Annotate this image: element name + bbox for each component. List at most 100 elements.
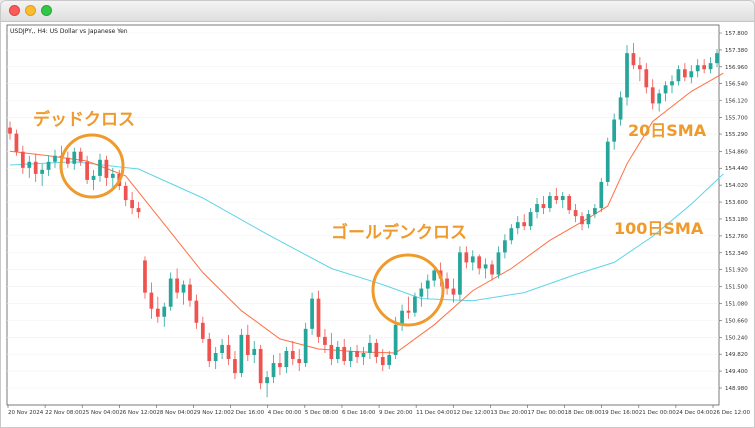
bear-candle — [278, 363, 282, 368]
bull-candle — [586, 214, 591, 225]
bear-candle — [78, 151, 83, 162]
bull-candle — [110, 173, 115, 178]
bull-candle — [503, 240, 507, 253]
bull-candle — [560, 196, 565, 201]
time-axis: 20 Nov 2024 22 Nov 08:00 25 Nov 04:00 26 No… — [7, 405, 750, 416]
bear-candle — [573, 210, 578, 217]
minimize-window-button[interactable] — [25, 5, 36, 16]
bull-candle — [695, 65, 700, 72]
price-axis: 157.800 157.380 156.960 156.540 156.120 155.7… — [719, 31, 748, 392]
bull-candle — [181, 284, 186, 293]
bear-candle — [136, 208, 141, 213]
bear-candle — [85, 161, 89, 180]
bull-candle — [400, 310, 404, 325]
price-tick-label: 150.240 — [725, 335, 748, 341]
close-window-button[interactable] — [9, 5, 20, 16]
bull-candle — [220, 344, 224, 353]
bull-candle — [419, 288, 424, 297]
price-tick-label: 152.340 — [725, 251, 748, 257]
bull-candle — [496, 252, 501, 275]
time-tick-label: 28 Nov 04:00 — [156, 410, 194, 416]
bull-candle — [252, 348, 257, 355]
time-tick-label: 18 Dec 08:00 — [565, 410, 602, 416]
plot-area — [6, 24, 720, 406]
bull-candle — [515, 222, 520, 229]
bull-candle — [46, 161, 51, 170]
time-tick-label: 12 Dec 12:00 — [453, 410, 490, 416]
bear-candle — [554, 196, 559, 201]
time-tick-label: 17 Dec 00:00 — [527, 410, 564, 416]
bull-candle — [368, 342, 372, 353]
bull-candle — [625, 53, 629, 98]
bear-candle — [323, 336, 327, 345]
bull-candle — [239, 334, 244, 374]
time-tick-label: 29 Nov 12:00 — [194, 410, 232, 416]
bear-candle — [33, 161, 38, 174]
bull-candle — [657, 93, 662, 104]
bear-candle — [445, 278, 449, 289]
bull-candle — [27, 161, 32, 168]
time-tick-label: 21 Dec 00:00 — [639, 410, 676, 416]
bear-candle — [207, 338, 212, 362]
bull-candle — [310, 298, 314, 329]
bear-candle — [8, 127, 12, 134]
price-tick-label: 153.600 — [725, 200, 748, 206]
time-tick-label: 25 Nov 04:00 — [82, 410, 120, 416]
bull-candle — [618, 97, 623, 120]
time-tick-label: 13 Dec 20:00 — [490, 410, 527, 416]
bull-candle — [361, 352, 366, 358]
time-tick-label: 6 Dec 16:00 — [342, 410, 376, 416]
sma100-label: 100日SMA — [614, 219, 704, 238]
bear-candle — [290, 350, 295, 360]
time-tick-label: 24 Dec 04:00 — [676, 410, 713, 416]
price-tick-label: 157.800 — [725, 31, 748, 37]
bear-candle — [380, 357, 385, 366]
bull-candle — [40, 169, 45, 174]
bull-candle — [548, 196, 552, 209]
bull-candle — [91, 175, 96, 180]
maximize-window-button[interactable] — [41, 5, 52, 16]
bull-candle — [509, 228, 514, 241]
price-chart[interactable]: 157.800 157.380 156.960 156.540 156.120 155.7… — [1, 21, 755, 428]
time-tick-label: 20 Nov 2024 — [8, 410, 44, 416]
bull-candle — [53, 155, 57, 162]
time-tick-label: 19 Dec 16:00 — [602, 410, 639, 416]
title-bar — [1, 1, 754, 22]
bear-candle — [123, 185, 128, 201]
bear-candle — [175, 278, 179, 293]
bull-candle — [72, 151, 77, 164]
price-tick-label: 154.860 — [725, 149, 748, 155]
bear-candle — [477, 256, 482, 269]
price-tick-label: 151.500 — [725, 285, 748, 291]
bull-candle — [689, 71, 694, 78]
bull-candle — [162, 306, 167, 317]
bull-candle — [715, 53, 719, 64]
bull-candle — [213, 352, 218, 362]
bear-candle — [316, 298, 321, 337]
price-tick-label: 154.020 — [725, 183, 748, 189]
bear-candle — [104, 159, 109, 178]
bull-candle — [535, 204, 539, 213]
bear-candle — [20, 151, 25, 168]
symbol-caption: USDJPY,, H4: US Dollar vs Japanese Yen — [10, 28, 128, 35]
bull-candle — [393, 324, 398, 355]
bear-candle — [194, 300, 199, 323]
bull-candle — [670, 81, 674, 86]
bear-candle — [149, 292, 154, 309]
bear-candle — [374, 342, 379, 358]
price-tick-label: 153.180 — [725, 217, 748, 223]
bear-candle — [65, 157, 70, 164]
bear-candle — [567, 196, 572, 211]
bear-candle — [541, 204, 546, 209]
bull-candle — [425, 280, 430, 289]
bear-candle — [155, 308, 160, 317]
price-tick-label: 149.400 — [725, 369, 748, 375]
time-tick-label: 2 Dec 16:00 — [231, 410, 265, 416]
bear-candle — [682, 69, 687, 78]
bear-candle — [451, 288, 456, 295]
price-tick-label: 148.980 — [725, 386, 748, 392]
time-tick-label: 9 Dec 20:00 — [379, 410, 413, 416]
sma20-label: 20日SMA — [628, 121, 707, 140]
bear-candle — [490, 264, 494, 275]
golden-cross-label: ゴールデンクロス — [331, 222, 467, 243]
